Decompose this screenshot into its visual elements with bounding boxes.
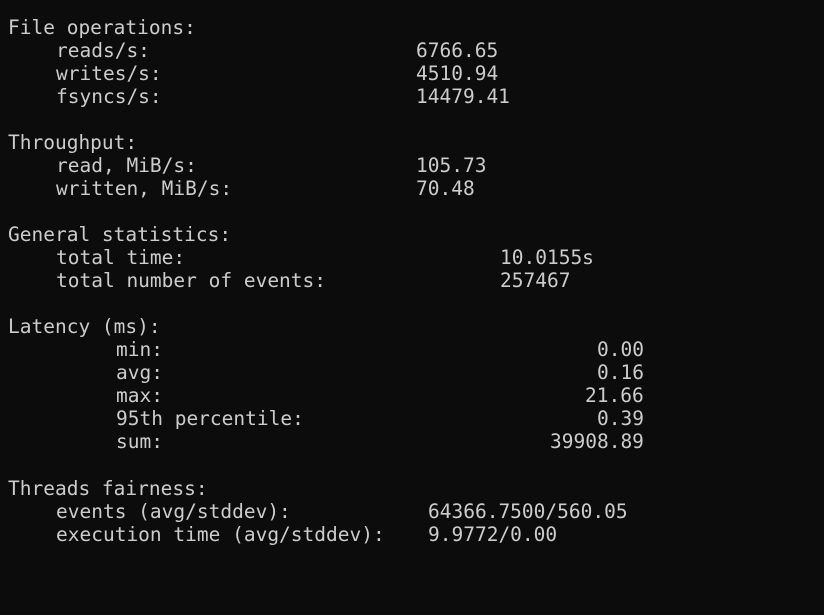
stat-row-total-time: total time: 10.0155s (0, 246, 594, 269)
stat-value: 4510.94 (416, 62, 499, 85)
stat-label: execution time (avg/stddev): (56, 523, 385, 546)
stat-label: total time: (56, 246, 186, 269)
heading-general-statistics: General statistics: (8, 223, 232, 246)
stat-value: 10.0155s (500, 246, 594, 269)
stat-label: total number of events: (56, 269, 327, 292)
stat-row-latency-p95: 95th percentile: 0.39 (0, 407, 644, 430)
section-threads-fairness: Threads fairness: (0, 477, 208, 500)
heading-throughput: Throughput: (8, 131, 138, 154)
stat-label: events (avg/stddev): (56, 500, 291, 523)
section-general-statistics: General statistics: (0, 223, 231, 246)
stat-value: 105.73 (416, 154, 487, 177)
stat-value: 21.66 (585, 384, 644, 407)
stat-label: fsyncs/s: (56, 85, 162, 108)
stat-value: 0.00 (597, 338, 644, 361)
stat-label: read, MiB/s: (56, 154, 197, 177)
stat-row-fsyncs: fsyncs/s: 14479.41 (0, 85, 510, 108)
stat-row-latency-sum: sum: 39908.89 (0, 430, 644, 453)
stat-row-latency-min: min: 0.00 (0, 338, 644, 361)
stat-value: 9.9772/0.00 (428, 523, 558, 546)
stat-row-latency-avg: avg: 0.16 (0, 361, 644, 384)
stat-label: avg: (116, 361, 163, 384)
heading-threads-fairness: Threads fairness: (8, 477, 208, 500)
stat-value: 64366.7500/560.05 (428, 500, 628, 523)
heading-file-operations: File operations: (8, 16, 196, 39)
stat-value: 0.16 (597, 361, 644, 384)
stat-row-writes: writes/s: 4510.94 (0, 62, 498, 85)
stat-value: 70.48 (416, 177, 475, 200)
stat-value: 257467 (500, 269, 571, 292)
section-throughput: Throughput: (0, 131, 137, 154)
stat-value: 14479.41 (416, 85, 510, 108)
stat-label: max: (116, 384, 163, 407)
stat-row-written-mib: written, MiB/s: 70.48 (0, 177, 475, 200)
terminal-output: File operations: reads/s: 6766.65 writes… (0, 0, 824, 558)
stat-label: 95th percentile: (116, 407, 304, 430)
stat-value: 6766.65 (416, 39, 499, 62)
stat-row-total-events: total number of events: 257467 (0, 269, 570, 292)
stat-value: 0.39 (597, 407, 644, 430)
stat-label: min: (116, 338, 163, 361)
stat-label: sum: (116, 430, 163, 453)
section-file-operations: File operations: (0, 16, 196, 39)
stat-row-exec-time-avg-stddev: execution time (avg/stddev): 9.9772/0.00 (0, 523, 557, 546)
stat-row-latency-max: max: 21.66 (0, 384, 644, 407)
stat-value: 39908.89 (550, 430, 644, 453)
stat-row-read-mib: read, MiB/s: 105.73 (0, 154, 486, 177)
section-latency: Latency (ms): (0, 315, 161, 338)
stat-label: writes/s: (56, 62, 162, 85)
stat-label: written, MiB/s: (56, 177, 233, 200)
heading-latency: Latency (ms): (8, 315, 161, 338)
stat-label: reads/s: (56, 39, 150, 62)
stat-row-reads: reads/s: 6766.65 (0, 39, 498, 62)
stat-row-events-avg-stddev: events (avg/stddev): 64366.7500/560.05 (0, 500, 628, 523)
